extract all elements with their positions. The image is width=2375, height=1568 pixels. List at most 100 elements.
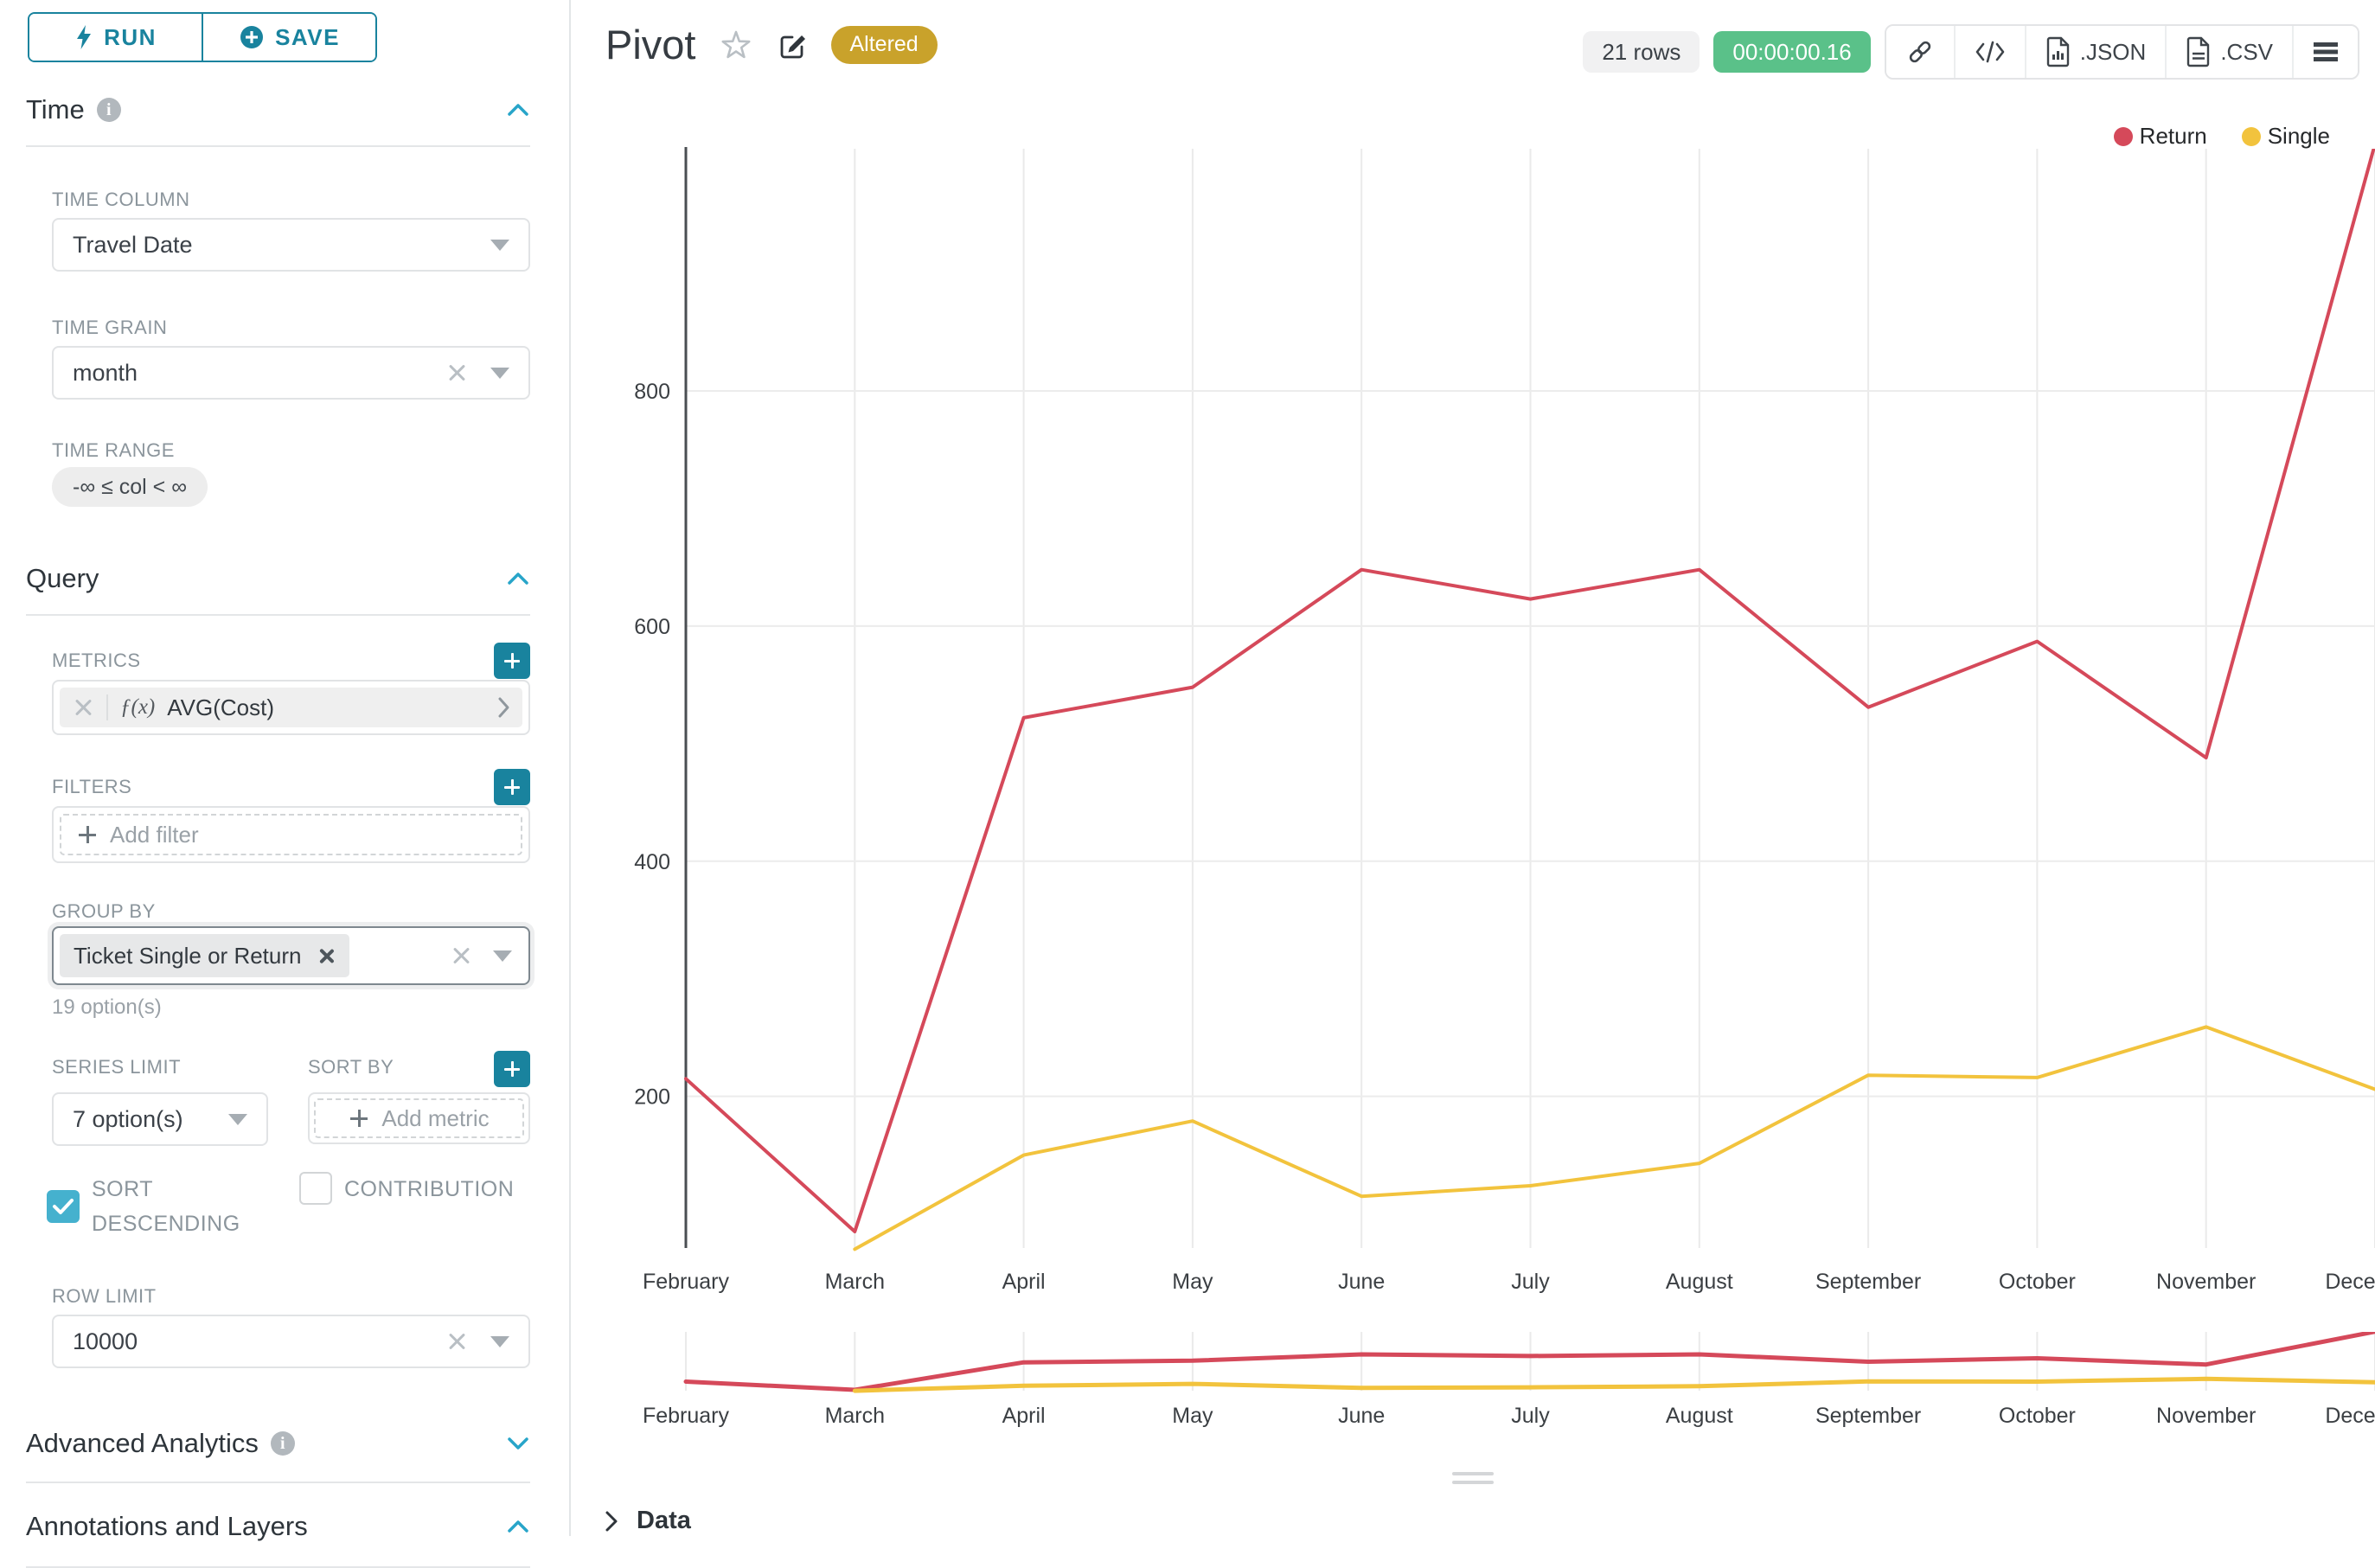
panel-resize-handle[interactable]	[1452, 1472, 1494, 1484]
svg-text:November: November	[2156, 1270, 2256, 1294]
mini-preview-chart[interactable]: FebruaryMarchAprilMayJuneJulyAugustSepte…	[571, 1323, 2375, 1453]
clear-icon[interactable]	[450, 944, 472, 967]
sort-by-label: SORT BY	[308, 1056, 394, 1078]
group-by-tag[interactable]: Ticket Single or Return	[60, 934, 349, 977]
remove-tag-icon[interactable]	[317, 946, 336, 965]
chevron-down-icon	[490, 368, 509, 379]
annotations-title: Annotations and Layers	[26, 1511, 308, 1542]
svg-text:May: May	[1172, 1270, 1213, 1294]
favorite-star-icon[interactable]	[719, 28, 753, 62]
plus-icon	[77, 824, 98, 845]
svg-text:December: December	[2325, 1404, 2375, 1428]
svg-text:March: March	[825, 1270, 885, 1294]
svg-text:400: 400	[634, 850, 670, 874]
add-filter-button[interactable]	[494, 769, 530, 805]
row-count-badge: 21 rows	[1583, 31, 1700, 73]
time-range-pill[interactable]: -∞ ≤ col < ∞	[52, 467, 208, 507]
metric-name: AVG(Cost)	[167, 694, 274, 721]
metrics-control: ƒ(x) AVG(Cost)	[52, 680, 530, 735]
time-column-select[interactable]: Travel Date	[52, 218, 530, 272]
svg-text:November: November	[2156, 1404, 2256, 1428]
chevron-down-icon[interactable]	[506, 1436, 530, 1451]
series-limit-value: 7 option(s)	[73, 1106, 228, 1133]
chevron-right-icon	[604, 1510, 619, 1533]
info-icon	[271, 1431, 295, 1456]
check-icon	[52, 1198, 74, 1215]
svg-text:October: October	[1999, 1404, 2076, 1428]
svg-text:August: August	[1666, 1270, 1733, 1294]
function-icon: ƒ(x)	[120, 695, 155, 720]
run-button-label: RUN	[104, 24, 157, 51]
time-section-title: Time	[26, 94, 85, 125]
run-button[interactable]: RUN	[29, 14, 202, 61]
chevron-up-icon[interactable]	[506, 571, 530, 586]
sort-descending-label: SORT DESCENDING	[92, 1172, 239, 1241]
svg-text:May: May	[1172, 1404, 1213, 1428]
svg-text:April: April	[1002, 1404, 1046, 1428]
plus-icon	[349, 1108, 369, 1129]
time-section-header[interactable]: Time	[26, 94, 530, 125]
export-csv-label: .CSV	[2220, 39, 2273, 66]
chevron-right-icon[interactable]	[496, 696, 510, 719]
group-by-select[interactable]: Ticket Single or Return	[52, 926, 530, 985]
svg-text:December: December	[2325, 1270, 2375, 1294]
row-limit-select[interactable]: 10000	[52, 1315, 530, 1368]
series-limit-label: SERIES LIMIT	[52, 1056, 181, 1078]
save-button[interactable]: SAVE	[202, 14, 375, 61]
group-by-options-hint: 19 option(s)	[52, 995, 530, 1020]
control-panel: RUN SAVE Time TIME COLUMN Travel Date TI…	[0, 0, 571, 1536]
code-icon	[1975, 40, 2006, 64]
sort-by-control: Add metric	[308, 1092, 530, 1144]
export-csv-button[interactable]: .CSV	[2165, 26, 2292, 78]
info-icon	[97, 98, 121, 122]
svg-text:September: September	[1815, 1404, 1921, 1428]
link-icon	[1905, 37, 1935, 67]
add-metric-placeholder: Add metric	[381, 1105, 489, 1132]
section-divider	[26, 614, 530, 616]
csv-file-icon	[2186, 36, 2212, 67]
divider	[106, 694, 108, 720]
group-by-tag-label: Ticket Single or Return	[74, 943, 301, 970]
remove-metric-icon[interactable]	[72, 696, 94, 719]
svg-text:July: July	[1511, 1404, 1550, 1428]
time-grain-select[interactable]: month	[52, 346, 530, 400]
data-panel-label: Data	[637, 1507, 691, 1535]
more-options-button[interactable]	[2292, 26, 2358, 78]
chevron-down-icon	[493, 950, 512, 962]
add-metric-button[interactable]	[494, 643, 530, 679]
add-filter-dropzone[interactable]: Add filter	[60, 814, 522, 855]
data-panel-toggle[interactable]: Data	[604, 1507, 691, 1535]
row-limit-label: ROW LIMIT	[52, 1285, 530, 1308]
line-chart[interactable]: 200400600800FebruaryMarchAprilMayJuneJul…	[571, 112, 2375, 1341]
series-limit-select[interactable]: 7 option(s)	[52, 1092, 268, 1146]
advanced-analytics-header[interactable]: Advanced Analytics	[26, 1428, 530, 1459]
metric-pill[interactable]: ƒ(x) AVG(Cost)	[60, 688, 522, 727]
embed-code-button[interactable]	[1954, 26, 2025, 78]
row-limit-value: 10000	[73, 1328, 445, 1355]
chevron-down-icon	[228, 1114, 247, 1125]
annotations-header[interactable]: Annotations and Layers	[26, 1511, 530, 1542]
share-link-button[interactable]	[1886, 26, 1954, 78]
chevron-up-icon[interactable]	[506, 1519, 530, 1534]
time-grain-label: TIME GRAIN	[52, 317, 530, 339]
json-file-icon	[2045, 36, 2071, 67]
chevron-up-icon[interactable]	[506, 102, 530, 118]
add-sort-metric-dropzone[interactable]: Add metric	[314, 1098, 524, 1138]
chevron-down-icon	[490, 240, 509, 251]
svg-text:June: June	[1338, 1270, 1385, 1294]
clear-icon[interactable]	[445, 1330, 468, 1353]
query-section-title: Query	[26, 563, 99, 594]
svg-text:April: April	[1002, 1270, 1046, 1294]
time-column-label: TIME COLUMN	[52, 189, 530, 211]
query-section-header[interactable]: Query	[26, 563, 530, 594]
add-sort-metric-button[interactable]	[494, 1051, 530, 1087]
contribution-checkbox[interactable]	[299, 1172, 332, 1205]
section-divider	[26, 1482, 530, 1483]
sort-descending-checkbox[interactable]	[47, 1190, 80, 1223]
svg-text:June: June	[1338, 1404, 1385, 1428]
export-json-button[interactable]: .JSON	[2025, 26, 2166, 78]
clear-icon[interactable]	[445, 362, 468, 384]
advanced-analytics-title: Advanced Analytics	[26, 1428, 259, 1459]
lightning-icon	[74, 24, 93, 50]
edit-icon[interactable]	[776, 29, 809, 61]
